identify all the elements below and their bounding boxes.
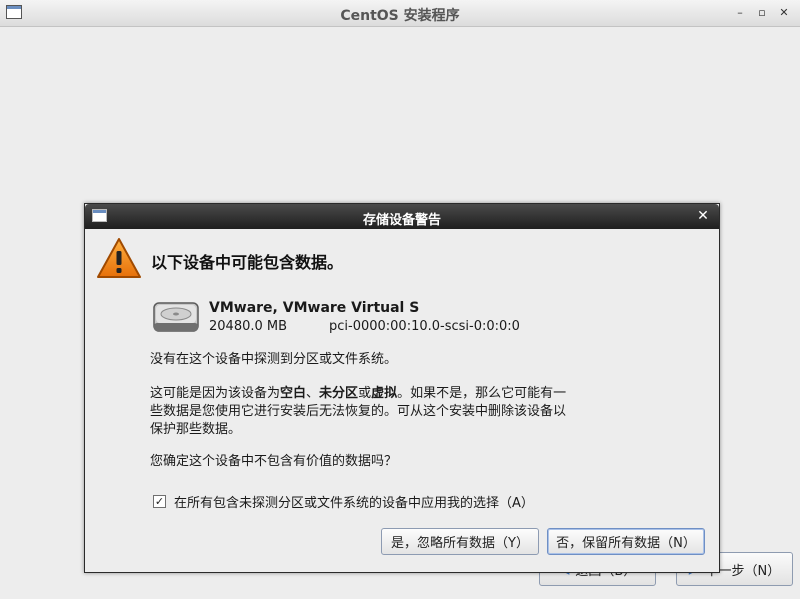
dialog-close-icon[interactable]: ✕ xyxy=(695,207,711,225)
reason-text-1: 这可能是因为该设备为 xyxy=(150,386,281,401)
window-title: CentOS 安装程序 xyxy=(340,8,460,24)
maximize-icon[interactable]: ▫ xyxy=(752,3,772,23)
dialog-heading: 以下设备中可能包含数据。 xyxy=(151,253,344,272)
apply-to-all-label[interactable]: 在所有包含未探测分区或文件系统的设备中应用我的选择（A） xyxy=(174,492,534,511)
reason-unpartitioned: 未分区 xyxy=(319,386,359,401)
confirm-question: 您确定这个设备中不包含有价值的数据吗？ xyxy=(150,454,398,469)
main-window-titlebar: CentOS 安装程序 – ▫ ✕ xyxy=(0,0,800,27)
reason-virtual: 虚拟 xyxy=(371,386,398,401)
close-icon[interactable]: ✕ xyxy=(774,3,794,23)
no-partition-message: 没有在这个设备中探测到分区或文件系统。 xyxy=(150,352,398,367)
device-path: pci-0000:00:10.0-scsi-0:0:0:0 xyxy=(329,319,520,334)
minimize-icon[interactable]: – xyxy=(730,3,750,23)
ignore-all-data-button[interactable]: 是，忽略所有数据（Y） xyxy=(381,528,539,555)
possible-reason-message: 这可能是因为该设备为空白、未分区或虚拟。如果不是，那么它可能有一些数据是您使用它… xyxy=(150,385,570,439)
device-size: 20480.0 MB xyxy=(209,319,288,334)
storage-warning-dialog: 存储设备警告 ✕ 以下设备中可能包含数据。 VMware, VMware Vir… xyxy=(84,203,720,573)
warning-icon xyxy=(96,237,142,283)
device-name: VMware, VMware Virtual S xyxy=(209,300,420,316)
keep-all-data-button[interactable]: 否，保留所有数据（N） xyxy=(547,528,705,555)
apply-to-all-checkbox[interactable]: ✓ xyxy=(153,495,166,508)
dialog-title: 存储设备警告 xyxy=(362,213,441,228)
reason-blank: 空白 xyxy=(280,386,307,401)
reason-sep-1: 、 xyxy=(306,386,320,401)
apply-to-all-option[interactable]: ✓ 在所有包含未探测分区或文件系统的设备中应用我的选择（A） xyxy=(153,492,534,511)
reason-sep-2: 或 xyxy=(358,386,372,401)
hard-disk-icon xyxy=(153,299,199,339)
dialog-titlebar: 存储设备警告 ✕ xyxy=(85,204,719,229)
